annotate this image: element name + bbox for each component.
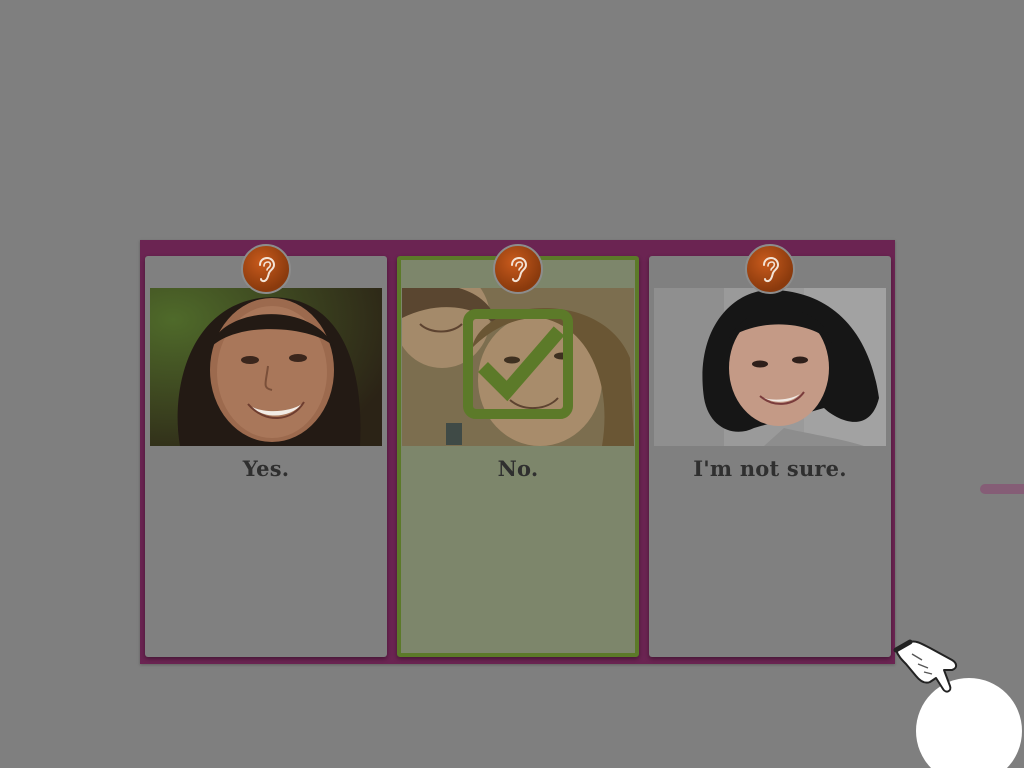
- answer-card-no[interactable]: No.: [397, 244, 639, 657]
- answer-card-not-sure[interactable]: I'm not sure.: [649, 244, 891, 657]
- stage: Yes. No. I'm not sure.: [0, 0, 1024, 768]
- answer-label: I'm not sure.: [693, 456, 847, 481]
- hand-pointer-icon: [893, 639, 958, 693]
- checkmark-icon: [463, 309, 573, 419]
- ear-icon[interactable]: [745, 244, 795, 294]
- photo-smiling-woman: [150, 288, 382, 446]
- answer-label: Yes.: [242, 456, 290, 481]
- panel-decoration: [980, 484, 1024, 494]
- ear-icon[interactable]: [241, 244, 291, 294]
- answer-card-yes[interactable]: Yes.: [145, 244, 387, 657]
- photo-woman-dark-curly-hair: [654, 288, 886, 446]
- answer-panel: Yes. No. I'm not sure.: [140, 240, 1024, 664]
- ear-icon[interactable]: [493, 244, 543, 294]
- answer-label: No.: [497, 456, 539, 481]
